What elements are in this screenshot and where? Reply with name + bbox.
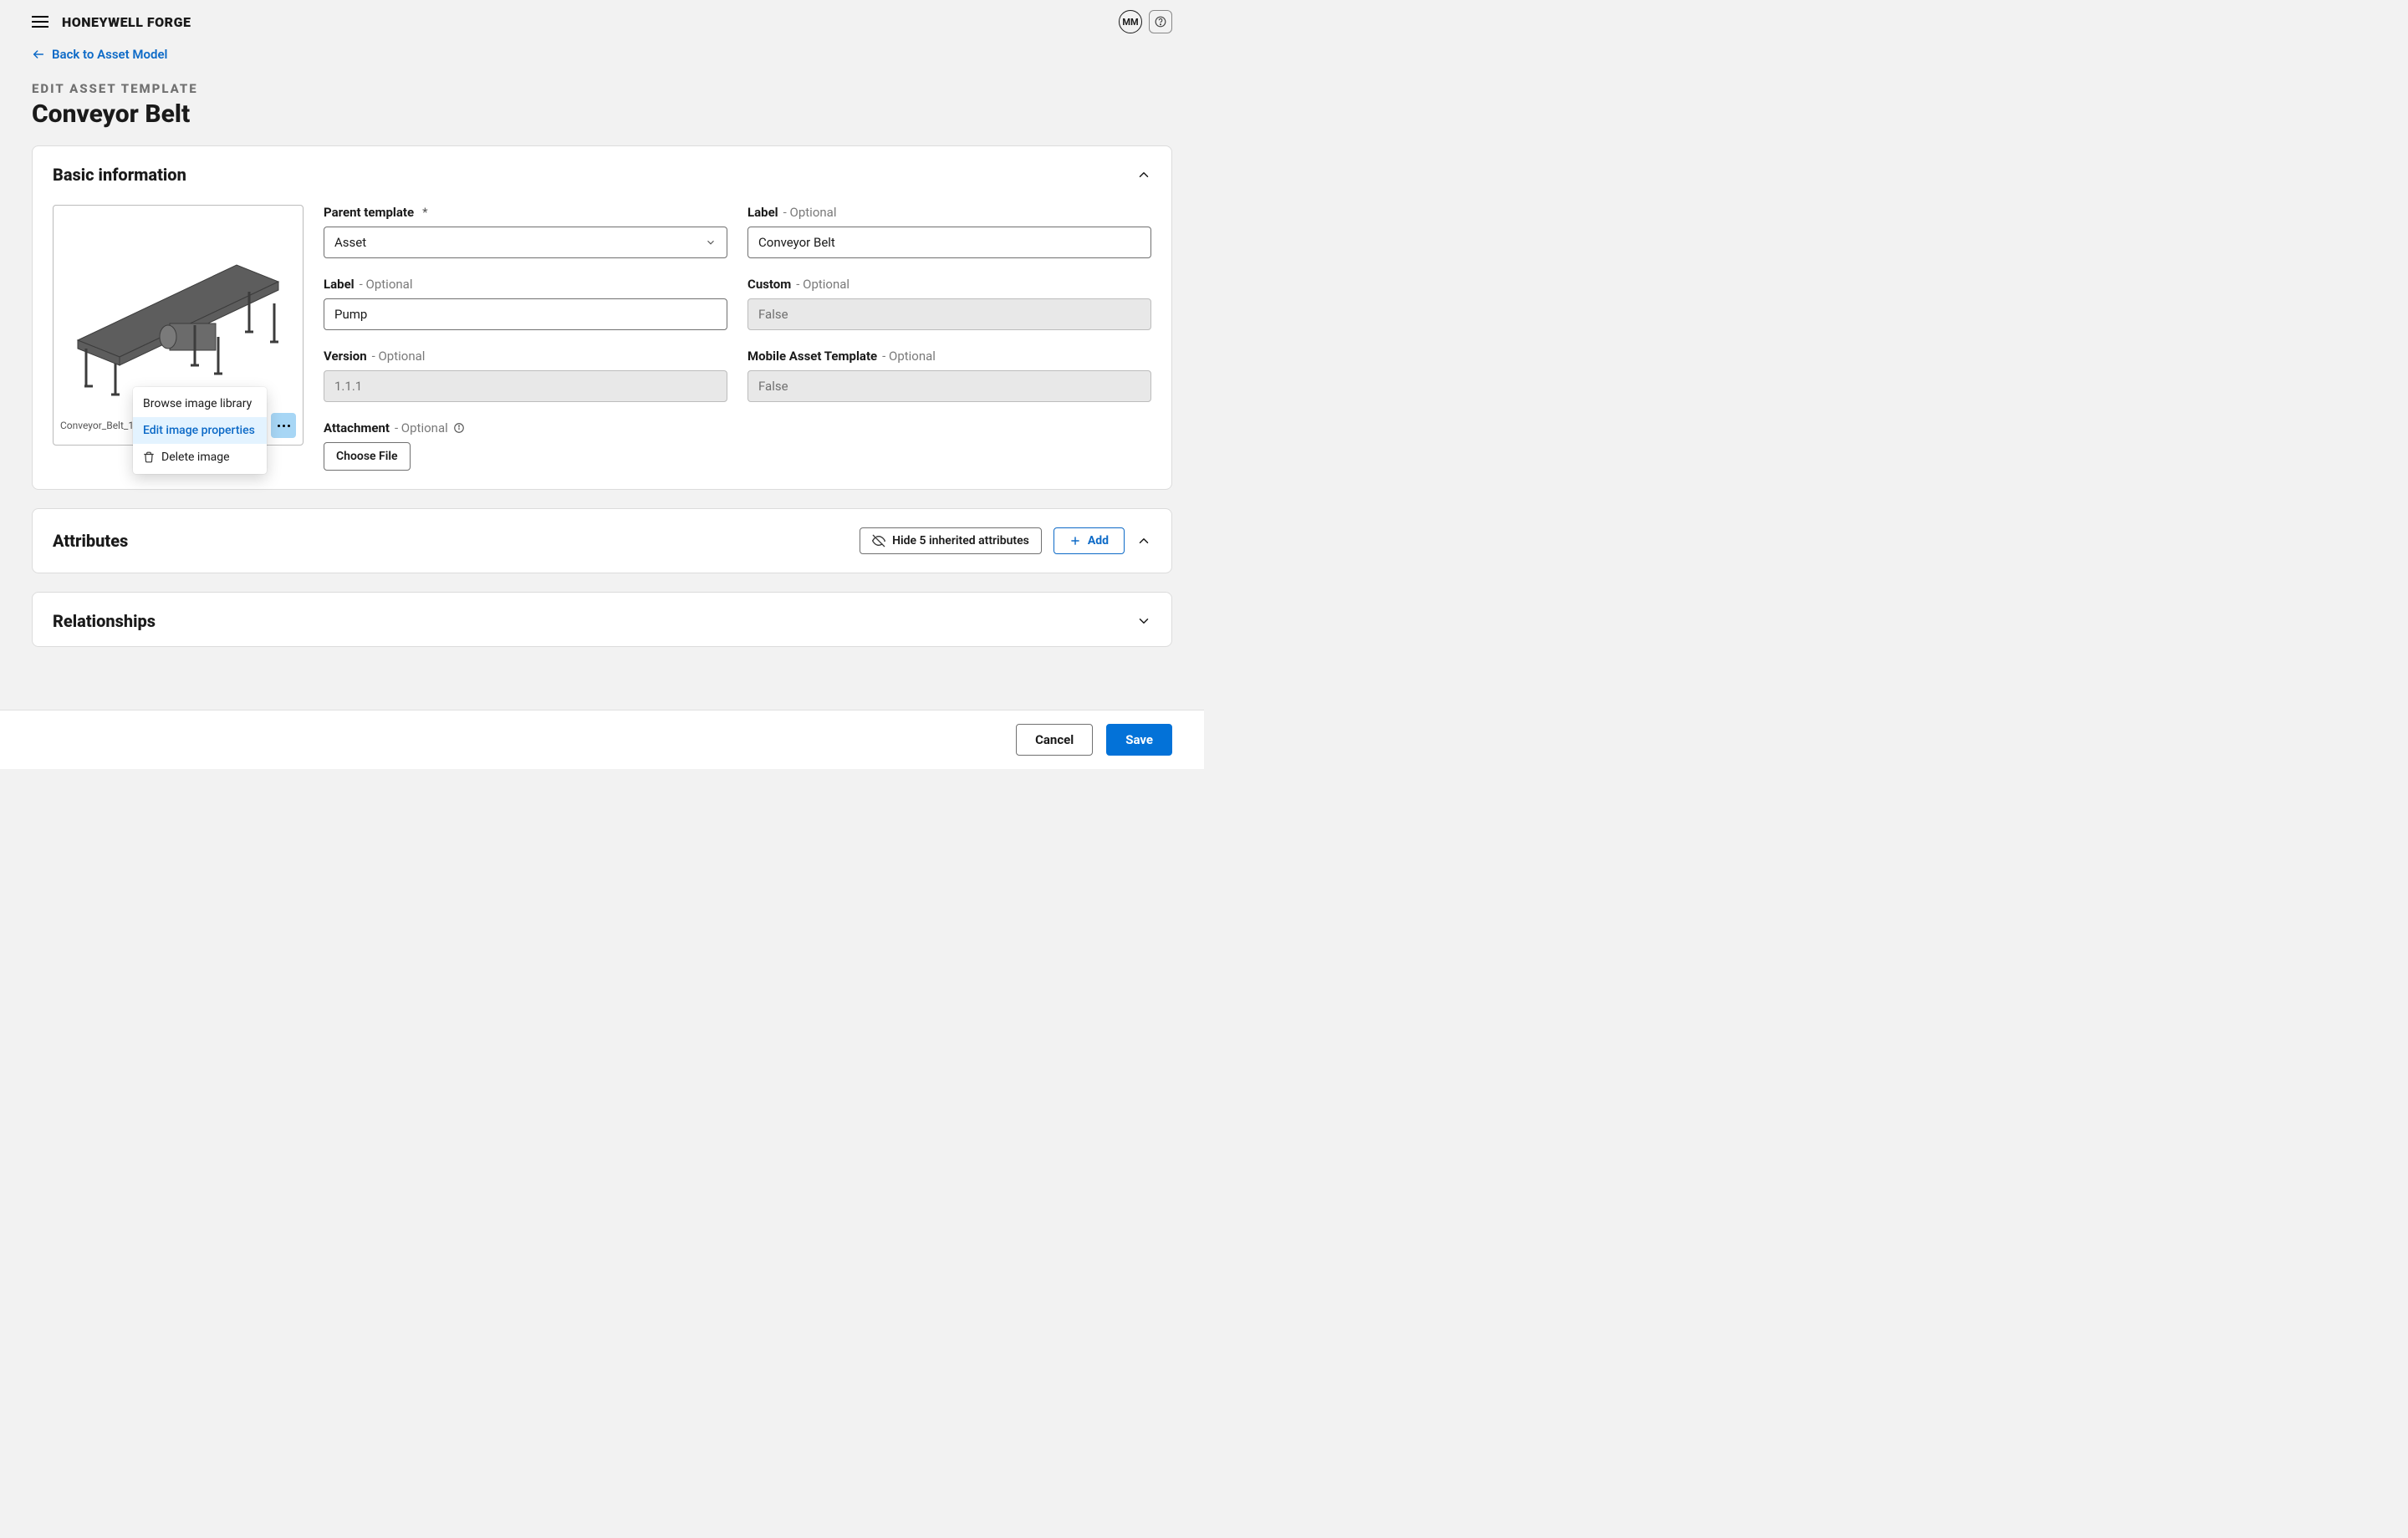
add-attribute-button[interactable]: Add — [1054, 527, 1125, 554]
chevron-up-icon — [1136, 167, 1151, 182]
field-attachment: Attachment - Optional Choose File — [324, 420, 727, 471]
menu-browse-image-library[interactable]: Browse image library — [133, 390, 267, 417]
basic-info-title: Basic information — [53, 165, 186, 185]
label-right-label: Label — [747, 205, 778, 220]
custom-hint: - Optional — [796, 277, 849, 292]
page-title: Conveyor Belt — [32, 99, 1172, 129]
parent-template-label: Parent template — [324, 205, 414, 220]
brand-logo: HONEYWELL FORGE — [62, 14, 191, 30]
eye-off-icon — [872, 534, 885, 547]
arrow-left-icon — [32, 48, 45, 61]
plus-icon — [1069, 535, 1081, 547]
label-left-label: Label — [324, 277, 355, 292]
attachment-hint: - Optional — [395, 420, 448, 435]
image-more-button[interactable] — [271, 413, 296, 438]
collapse-toggle[interactable] — [1136, 167, 1151, 182]
hamburger-menu-button[interactable] — [32, 16, 48, 28]
save-button[interactable]: Save — [1106, 724, 1172, 756]
field-label-right: Label - Optional Conveyor Belt — [747, 205, 1151, 258]
chevron-down-icon — [1136, 614, 1151, 629]
basic-info-card: Basic information — [32, 145, 1172, 490]
page-eyebrow: EDIT ASSET TEMPLATE — [32, 81, 1172, 96]
relationships-title: Relationships — [53, 611, 156, 631]
parent-template-select[interactable]: Asset — [324, 227, 727, 258]
image-more-menu: Browse image library Edit image properti… — [133, 387, 267, 474]
chevron-up-icon — [1136, 533, 1151, 548]
page-titles: EDIT ASSET TEMPLATE Conveyor Belt — [0, 73, 1204, 145]
back-link-label: Back to Asset Model — [52, 47, 167, 62]
relationships-header: Relationships — [53, 611, 1151, 631]
attributes-title: Attributes — [53, 531, 128, 551]
back-link[interactable]: Back to Asset Model — [32, 47, 167, 62]
version-hint: - Optional — [372, 349, 426, 364]
trash-icon — [143, 451, 155, 463]
label-left-hint: - Optional — [360, 277, 413, 292]
attributes-header: Attributes Hide 5 inherited attributes A… — [53, 527, 1151, 554]
version-label: Version — [324, 349, 367, 364]
hide-inherited-button[interactable]: Hide 5 inherited attributes — [860, 527, 1042, 554]
help-icon — [1155, 16, 1166, 28]
menu-delete-image[interactable]: Delete image — [133, 444, 267, 471]
chevron-down-icon — [705, 237, 717, 248]
field-version: Version - Optional 1.1.1 — [324, 349, 727, 402]
label-right-input[interactable]: Conveyor Belt — [747, 227, 1151, 258]
mobile-input: False — [747, 370, 1151, 402]
field-custom: Custom - Optional False — [747, 277, 1151, 330]
custom-label: Custom — [747, 277, 791, 292]
menu-edit-image-properties[interactable]: Edit image properties — [133, 417, 267, 444]
topbar-left: HONEYWELL FORGE — [32, 14, 191, 30]
version-input: 1.1.1 — [324, 370, 727, 402]
form-col-right: Label - Optional Conveyor Belt Custom - … — [747, 205, 1151, 402]
attachment-label: Attachment — [324, 420, 390, 435]
relationships-collapse-toggle[interactable] — [1136, 614, 1151, 629]
field-label-left: Label - Optional Pump — [324, 277, 727, 330]
mobile-label: Mobile Asset Template — [747, 349, 877, 364]
action-bar: Cancel Save — [0, 710, 1204, 769]
mobile-hint: - Optional — [882, 349, 936, 364]
field-mobile: Mobile Asset Template - Optional False — [747, 349, 1151, 402]
required-indicator: * — [422, 205, 427, 220]
label-left-input[interactable]: Pump — [324, 298, 727, 330]
topbar-right: MM — [1119, 10, 1172, 33]
help-button[interactable] — [1149, 10, 1172, 33]
info-icon — [453, 422, 465, 434]
conveyor-belt-illustration — [60, 212, 296, 410]
field-parent-template: Parent template * Asset — [324, 205, 727, 258]
attributes-actions: Hide 5 inherited attributes Add — [860, 527, 1151, 554]
relationships-card: Relationships — [32, 592, 1172, 647]
cancel-button[interactable]: Cancel — [1016, 724, 1093, 756]
basic-info-header: Basic information — [53, 165, 1151, 185]
custom-input: False — [747, 298, 1151, 330]
label-right-hint: - Optional — [783, 205, 837, 220]
attributes-collapse-toggle[interactable] — [1136, 533, 1151, 548]
topbar: HONEYWELL FORGE MM — [0, 0, 1204, 43]
choose-file-button[interactable]: Choose File — [324, 442, 411, 471]
user-avatar[interactable]: MM — [1119, 10, 1142, 33]
back-row: Back to Asset Model — [0, 43, 1204, 73]
form-col-left: Parent template * Asset Label - Optional… — [324, 205, 727, 471]
attributes-card: Attributes Hide 5 inherited attributes A… — [32, 508, 1172, 573]
